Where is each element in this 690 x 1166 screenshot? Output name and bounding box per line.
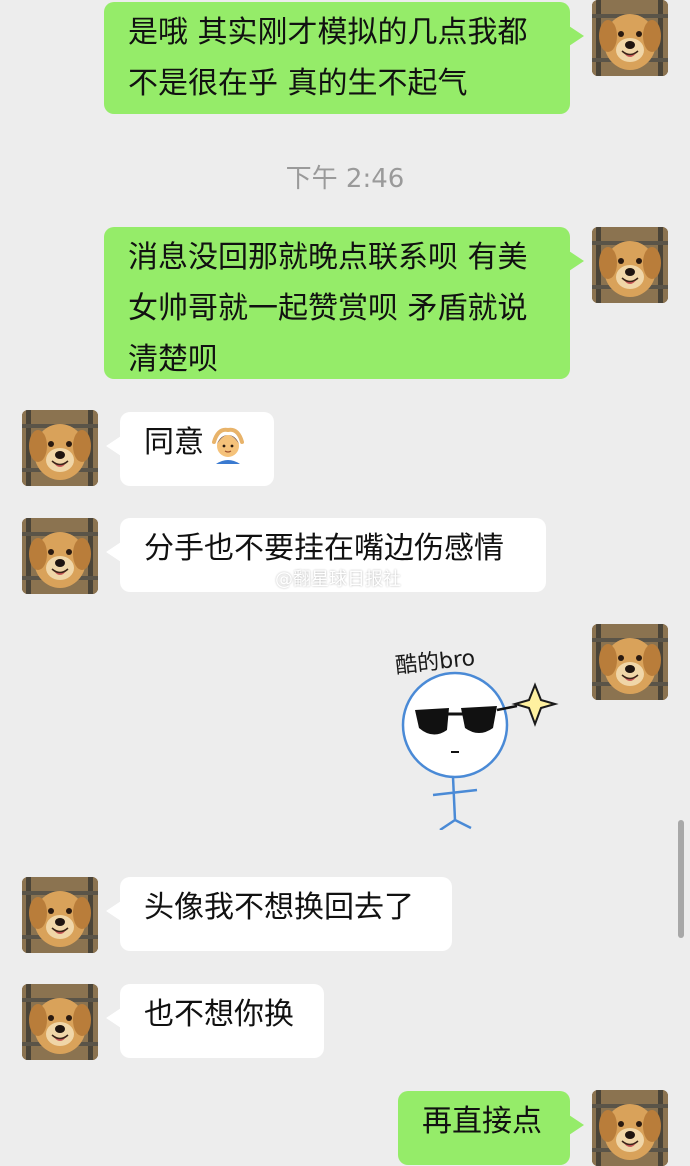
incoming-message-bubble[interactable]: 同意: [106, 412, 274, 486]
incoming-message-bubble[interactable]: 头像我不想换回去了: [106, 877, 452, 951]
person-gesturing-ok-emoji: [212, 427, 244, 464]
contact-avatar[interactable]: [22, 984, 98, 1060]
incoming-message-bubble[interactable]: 也不想你换: [106, 984, 324, 1058]
chat-scrollbar[interactable]: [678, 820, 684, 938]
contact-avatar[interactable]: [22, 410, 98, 486]
my-avatar[interactable]: [592, 0, 668, 76]
contact-avatar[interactable]: [22, 877, 98, 953]
my-avatar[interactable]: [592, 1090, 668, 1166]
message-timestamp: 下午 2:46: [285, 164, 405, 194]
my-avatar[interactable]: [592, 624, 668, 700]
my-avatar[interactable]: [592, 227, 668, 303]
message-text: 同意: [144, 425, 204, 460]
outgoing-message-bubble[interactable]: 消息没回那就晚点联系呗 有美 女帅哥就一起赞赏呗 矛盾就说 清楚呗: [104, 227, 584, 379]
outgoing-message-bubble[interactable]: 是哦 其实刚才模拟的几点我都 不是很在乎 真的生不起气: [104, 2, 584, 114]
cool-bro-sticker[interactable]: 酷的bro: [385, 630, 565, 830]
weibo-watermark: @翻星球日报社: [275, 569, 401, 590]
contact-avatar[interactable]: [22, 518, 98, 594]
